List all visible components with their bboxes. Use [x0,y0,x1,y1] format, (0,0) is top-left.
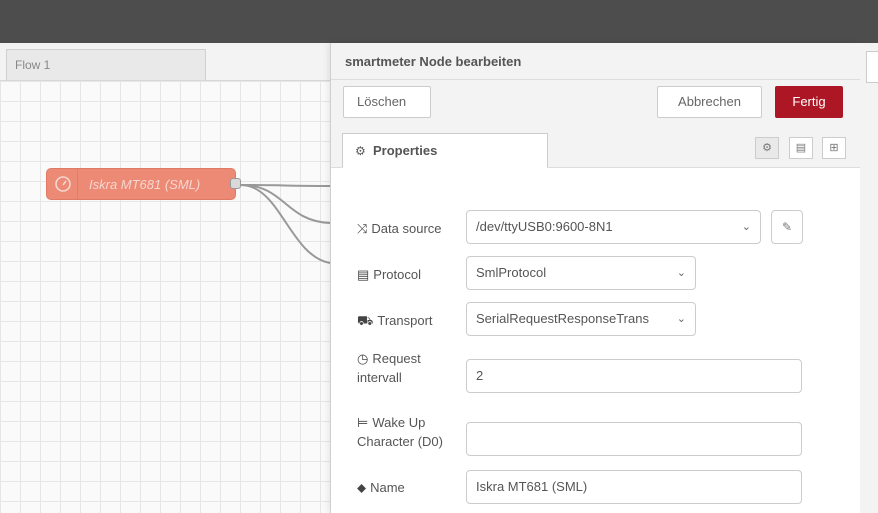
tag-icon: ⬥ [357,480,367,495]
gear-icon[interactable]: ⚙ [755,137,779,159]
node-label: Iskra MT681 (SML) [89,177,201,192]
edit-tray: smartmeter Node bearbeiten Löschen Abbre… [330,43,862,513]
tab-properties-label: Properties [373,143,438,158]
edit-config-button[interactable]: ✎ [771,210,803,244]
chevron-down-icon: ⌄ [676,267,686,279]
tray-header: smartmeter Node bearbeiten [331,43,861,80]
tray-tabs: ⚙ Properties ⚙ ▤ ⊞ [331,124,861,168]
request-interval-label: ◷ Request intervall [357,351,421,385]
data-source-select[interactable]: /dev/ttyUSB0:9600-8N1 ⌄ [466,210,761,244]
name-input[interactable]: Iskra MT681 (SML) [466,470,802,504]
sidebar-tab[interactable] [866,51,878,83]
truck-icon: ⛟ [357,313,374,328]
pencil-icon: ✎ [781,220,793,234]
flow-workspace[interactable] [0,81,330,513]
clock-icon: ◷ [357,351,369,366]
sidebar-edge [860,43,878,513]
wake-up-input[interactable] [466,422,802,456]
header-bar [0,0,878,43]
bed-icon: ⊨ [357,415,369,430]
transport-label: ⛟ Transport [357,313,433,328]
appearance-icon[interactable]: ⊞ [822,137,846,159]
tray-title: smartmeter Node bearbeiten [345,54,522,69]
node-output-port[interactable] [230,178,241,189]
flow-tab-bar: Flow 1 [0,43,330,81]
protocol-label: ▤ Protocol [357,267,421,282]
request-interval-input[interactable]: 2 [466,359,802,393]
delete-button[interactable]: Löschen [343,86,431,118]
data-source-label: ⤨ Data source [357,221,442,236]
protocol-select[interactable]: SmlProtocol ⌄ [466,256,696,290]
gauge-icon [47,169,78,199]
shuffle-icon: ⤨ [357,221,368,236]
done-button[interactable]: Fertig [775,86,843,118]
tray-toolbar: Löschen Abbrechen Fertig [331,80,861,125]
gear-icon: ⚙ [355,144,366,158]
chevron-down-icon: ⌄ [676,313,686,325]
file-icon: ▤ [357,267,370,282]
properties-form: ⤨ Data source /dev/ttyUSB0:9600-8N1 ⌄ ✎ ▤… [331,168,861,513]
node-wires [240,184,330,264]
chevron-down-icon: ⌄ [741,221,751,233]
tab-properties[interactable]: ⚙ Properties [342,133,548,168]
smartmeter-node[interactable]: Iskra MT681 (SML) [46,168,241,200]
wake-up-label: ⊨ Wake Up Character (D0) [357,415,443,449]
name-label: ⬥ Name [357,480,405,495]
cancel-button[interactable]: Abbrechen [657,86,762,118]
tab-flow-1[interactable]: Flow 1 [6,49,206,80]
transport-select[interactable]: SerialRequestResponseTrans ⌄ [466,302,696,336]
flow-tab-label: Flow 1 [15,58,51,72]
description-icon[interactable]: ▤ [789,137,813,159]
